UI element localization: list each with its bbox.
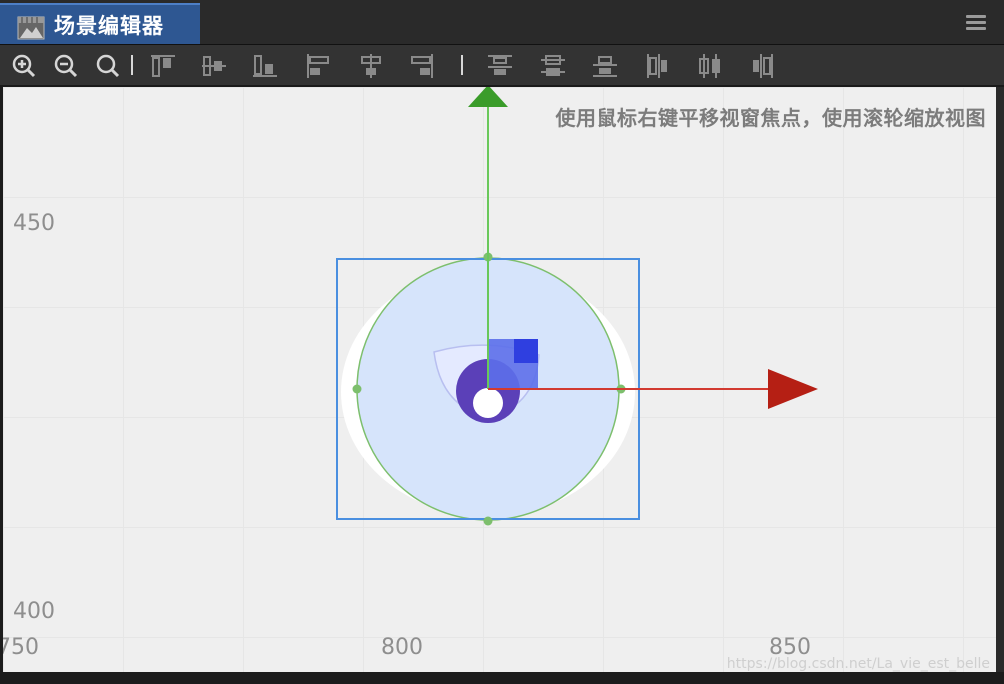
align-top-icon[interactable]: [149, 52, 177, 80]
align-right-icon[interactable]: [408, 52, 436, 80]
y-axis-label-400: 400: [13, 599, 55, 624]
x-axis-label-750: 750: [3, 635, 39, 660]
distribute-h-center-icon[interactable]: [696, 52, 724, 80]
distribute-bottom-icon[interactable]: [591, 52, 619, 80]
hamburger-menu-icon[interactable]: [966, 15, 986, 31]
watermark: https://blog.csdn.net/La_vie_est_belle: [726, 656, 990, 672]
scene-icon: [17, 16, 45, 40]
toolbar-separator: [131, 55, 133, 75]
xy-move-handle-corner: [514, 339, 538, 363]
x-axis-label-800: 800: [381, 635, 423, 660]
scene-viewport[interactable]: 使用鼠标右键平移视窗焦点，使用滚轮缩放视图 450 400 750 800 85…: [3, 87, 996, 672]
collider-handle-left[interactable]: [352, 384, 362, 394]
distribute-top-icon[interactable]: [486, 52, 514, 80]
distribute-v-center-icon[interactable]: [539, 52, 567, 80]
zoom-out-icon[interactable]: [52, 52, 80, 80]
tab-bar: 场景编辑器: [0, 0, 1004, 45]
collider-handle-bottom[interactable]: [483, 516, 493, 526]
align-h-center-icon[interactable]: [357, 52, 385, 80]
scene-editor-tab[interactable]: 场景编辑器: [0, 3, 200, 44]
distribute-left-icon[interactable]: [644, 52, 672, 80]
align-bottom-icon[interactable]: [251, 52, 279, 80]
toolbar-separator: [461, 55, 463, 75]
bottom-strip: [0, 672, 1004, 684]
distribute-right-icon[interactable]: [748, 52, 776, 80]
zoom-in-icon[interactable]: [10, 52, 38, 80]
toolbar: [0, 45, 1004, 87]
panel-edge: [996, 87, 1004, 672]
zoom-reset-icon[interactable]: [94, 52, 122, 80]
scene-canvas[interactable]: [3, 87, 996, 672]
align-left-icon[interactable]: [304, 52, 332, 80]
viewport-hint: 使用鼠标右键平移视窗焦点，使用滚轮缩放视图: [555, 106, 986, 130]
align-v-center-icon[interactable]: [200, 52, 228, 80]
eye-highlight: [473, 388, 503, 418]
y-axis-label-450: 450: [13, 211, 55, 236]
tab-title: 场景编辑器: [54, 14, 164, 38]
